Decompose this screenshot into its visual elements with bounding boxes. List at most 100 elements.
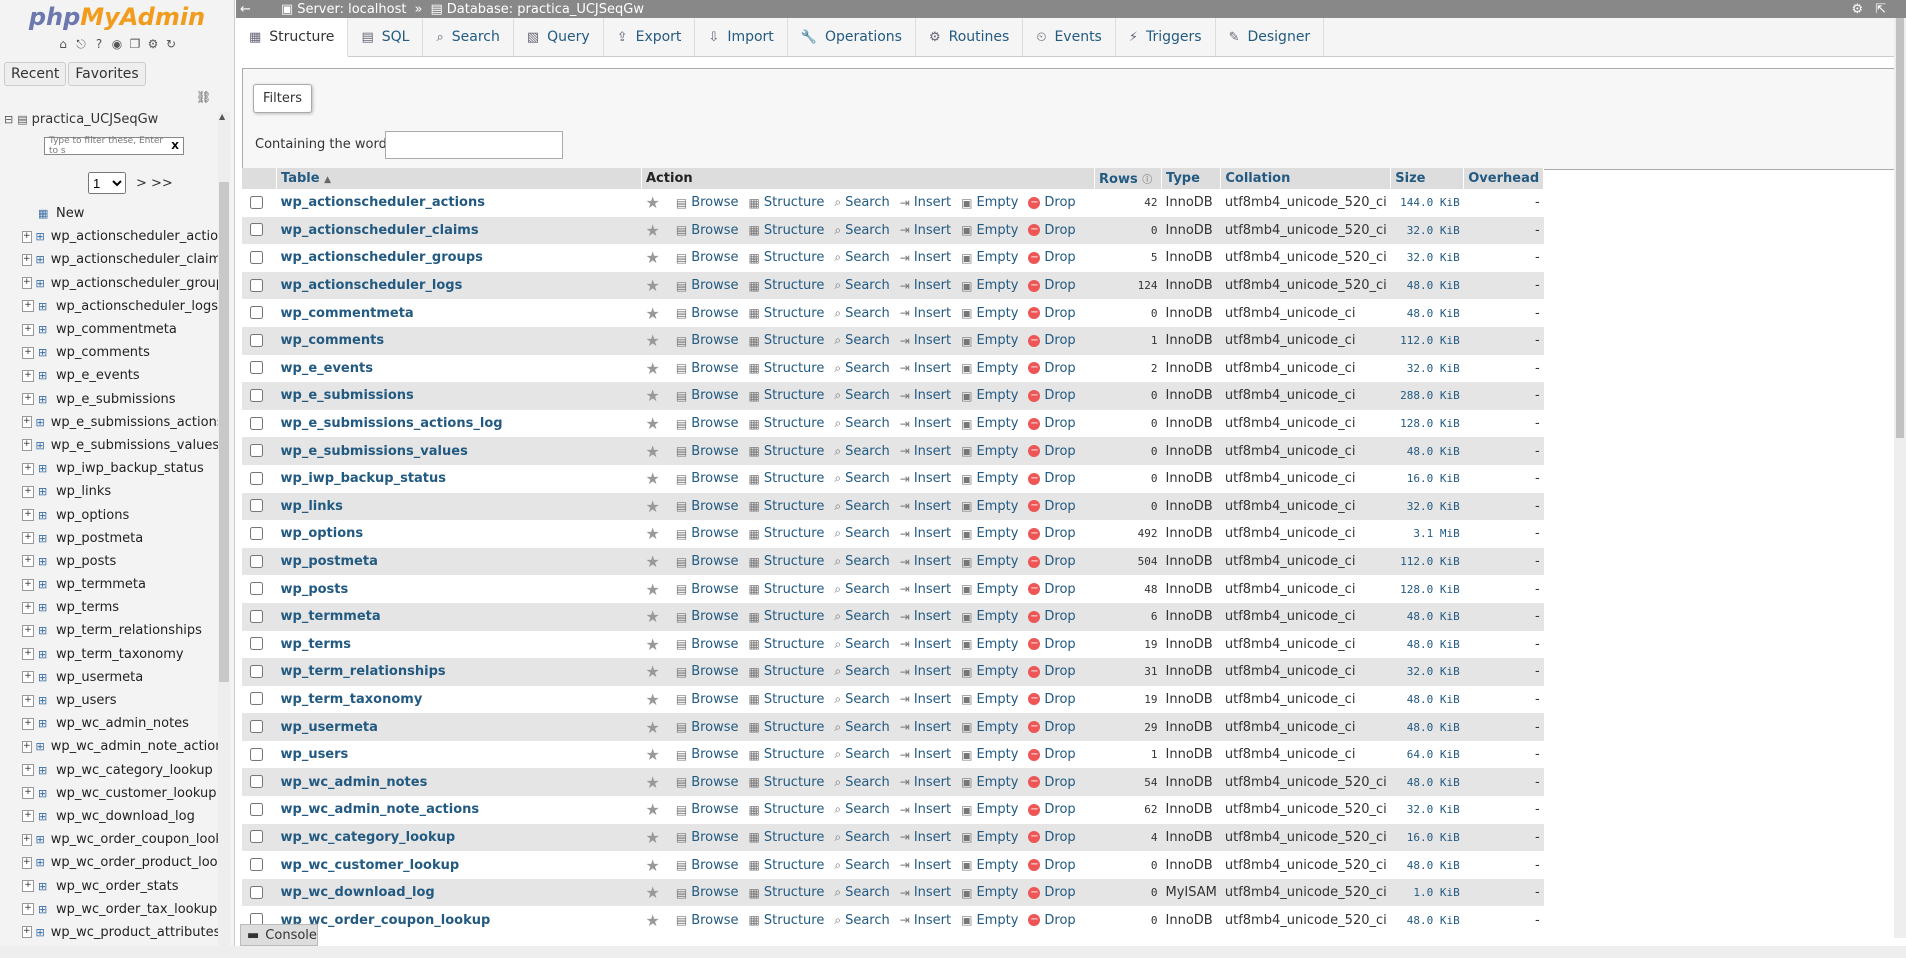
drop-link[interactable]: − Drop: [1028, 306, 1076, 321]
insert-link[interactable]: ⇥ Insert: [900, 720, 951, 735]
browse-link[interactable]: ▤ Browse: [676, 637, 739, 652]
empty-link[interactable]: ▣ Empty: [961, 858, 1018, 873]
empty-link[interactable]: ▣ Empty: [961, 913, 1018, 928]
row-checkbox[interactable]: [250, 278, 263, 292]
sidebar-table-item[interactable]: + ⊞ wp_wc_admin_notes: [0, 712, 218, 735]
empty-link[interactable]: ▣ Empty: [961, 720, 1018, 735]
structure-link[interactable]: ▦ Structure: [749, 582, 825, 597]
empty-link[interactable]: ▣ Empty: [961, 775, 1018, 790]
table-size[interactable]: 48.0 KiB: [1390, 906, 1464, 935]
structure-link[interactable]: ▦ Structure: [749, 747, 825, 762]
row-checkbox[interactable]: [250, 554, 263, 568]
reload-icon[interactable]: ↻: [164, 37, 178, 51]
table-name-link[interactable]: wp_actionscheduler_groups: [281, 250, 483, 265]
table-size[interactable]: 48.0 KiB: [1390, 768, 1464, 797]
table-name-link[interactable]: wp_options: [281, 526, 364, 541]
expand-icon[interactable]: +: [22, 833, 32, 846]
expand-icon[interactable]: +: [22, 555, 34, 568]
expand-icon[interactable]: +: [22, 578, 34, 591]
browse-link[interactable]: ▤ Browse: [676, 609, 739, 624]
empty-link[interactable]: ▣ Empty: [961, 250, 1018, 265]
row-checkbox[interactable]: [250, 692, 263, 706]
empty-link[interactable]: ▣ Empty: [961, 416, 1018, 431]
sidebar-table-item[interactable]: +⊞wp_wc_product_attributes_lookup: [0, 921, 218, 944]
table-size[interactable]: 64.0 KiB: [1390, 740, 1464, 769]
favorite-star-icon[interactable]: ★: [646, 773, 660, 792]
insert-link[interactable]: ⇥ Insert: [900, 471, 951, 486]
favorite-star-icon[interactable]: ★: [646, 497, 660, 516]
table-size[interactable]: 32.0 KiB: [1390, 354, 1464, 383]
expand-icon[interactable]: +: [22, 485, 34, 498]
row-checkbox[interactable]: [250, 526, 263, 540]
favorite-star-icon[interactable]: ★: [646, 414, 660, 433]
recent-button[interactable]: Recent: [4, 62, 67, 86]
insert-link[interactable]: ⇥ Insert: [900, 637, 951, 652]
search-link[interactable]: ⌕ Search: [834, 554, 889, 569]
drop-link[interactable]: − Drop: [1028, 609, 1076, 624]
row-checkbox[interactable]: [250, 830, 263, 844]
structure-link[interactable]: ▦ Structure: [749, 692, 825, 707]
structure-link[interactable]: ▦ Structure: [749, 609, 825, 624]
row-checkbox[interactable]: [250, 609, 263, 623]
favorite-star-icon[interactable]: ★: [646, 248, 660, 267]
table-filter-input[interactable]: Type to filter these, Enter to s X: [44, 136, 184, 156]
table-size[interactable]: 16.0 KiB: [1390, 464, 1464, 493]
tab-structure[interactable]: ▦ Structure: [236, 18, 349, 57]
table-size[interactable]: 48.0 KiB: [1390, 602, 1464, 631]
table-name-link[interactable]: wp_usermeta: [281, 720, 378, 735]
insert-link[interactable]: ⇥ Insert: [900, 609, 951, 624]
table-size[interactable]: 32.0 KiB: [1390, 658, 1464, 686]
expand-icon[interactable]: +: [22, 624, 34, 637]
sidebar-table-item[interactable]: + ⊞ wp_wc_category_lookup: [0, 759, 218, 782]
expand-icon[interactable]: +: [22, 230, 32, 243]
expand-icon[interactable]: +: [22, 323, 34, 336]
browse-link[interactable]: ▤ Browse: [676, 444, 739, 459]
empty-link[interactable]: ▣ Empty: [961, 802, 1018, 817]
empty-link[interactable]: ▣ Empty: [961, 830, 1018, 845]
favorite-star-icon[interactable]: ★: [646, 883, 660, 902]
drop-link[interactable]: − Drop: [1028, 388, 1076, 403]
sidebar-table-item[interactable]: + ⊞ wp_actionscheduler_actions: [0, 225, 218, 248]
search-link[interactable]: ⌕ Search: [834, 885, 889, 900]
drop-link[interactable]: − Drop: [1028, 361, 1076, 376]
drop-link[interactable]: − Drop: [1028, 471, 1076, 486]
row-checkbox[interactable]: [250, 499, 263, 513]
expand-icon[interactable]: +: [22, 462, 34, 475]
drop-link[interactable]: − Drop: [1028, 444, 1076, 459]
sidebar-table-item[interactable]: + ⊞ wp_commentmeta: [0, 318, 218, 341]
row-checkbox[interactable]: [250, 388, 263, 402]
tab-operations[interactable]: 🔧 Operations: [788, 18, 916, 56]
table-size[interactable]: 16.0 KiB: [1390, 823, 1464, 852]
insert-link[interactable]: ⇥ Insert: [900, 858, 951, 873]
sidebar-table-item[interactable]: + ⊞ wp_wc_admin_note_actions: [0, 735, 218, 758]
browse-link[interactable]: ▤ Browse: [676, 747, 739, 762]
browse-link[interactable]: ▤ Browse: [676, 720, 739, 735]
expand-icon[interactable]: +: [22, 300, 34, 313]
table-size[interactable]: 48.0 KiB: [1390, 851, 1464, 879]
drop-link[interactable]: − Drop: [1028, 830, 1076, 845]
drop-link[interactable]: − Drop: [1028, 775, 1076, 790]
search-link[interactable]: ⌕ Search: [834, 775, 889, 790]
sidebar-table-item[interactable]: + ⊞ wp_users: [0, 689, 218, 712]
search-link[interactable]: ⌕ Search: [834, 858, 889, 873]
expand-icon[interactable]: +: [22, 926, 32, 939]
insert-link[interactable]: ⇥ Insert: [900, 223, 951, 238]
copy-icon[interactable]: ❐: [128, 37, 142, 51]
structure-link[interactable]: ▦ Structure: [749, 306, 825, 321]
server-breadcrumb[interactable]: ▣ Server: localhost: [281, 2, 407, 17]
row-checkbox[interactable]: [250, 775, 263, 789]
settings-icon[interactable]: ⚙: [146, 37, 160, 51]
search-link[interactable]: ⌕ Search: [834, 306, 889, 321]
new-table-item[interactable]: ▦ New: [0, 202, 218, 225]
table-name-link[interactable]: wp_wc_admin_notes: [281, 775, 428, 790]
empty-link[interactable]: ▣ Empty: [961, 333, 1018, 348]
drop-link[interactable]: − Drop: [1028, 858, 1076, 873]
structure-link[interactable]: ▦ Structure: [749, 499, 825, 514]
sidebar-table-item[interactable]: + ⊞ wp_terms: [0, 596, 218, 619]
structure-link[interactable]: ▦ Structure: [749, 444, 825, 459]
browse-link[interactable]: ▤ Browse: [676, 471, 739, 486]
browse-link[interactable]: ▤ Browse: [676, 526, 739, 541]
structure-link[interactable]: ▦ Structure: [749, 637, 825, 652]
settings-icon[interactable]: ⚙: [1851, 2, 1863, 17]
table-name-link[interactable]: wp_actionscheduler_logs: [281, 278, 463, 293]
